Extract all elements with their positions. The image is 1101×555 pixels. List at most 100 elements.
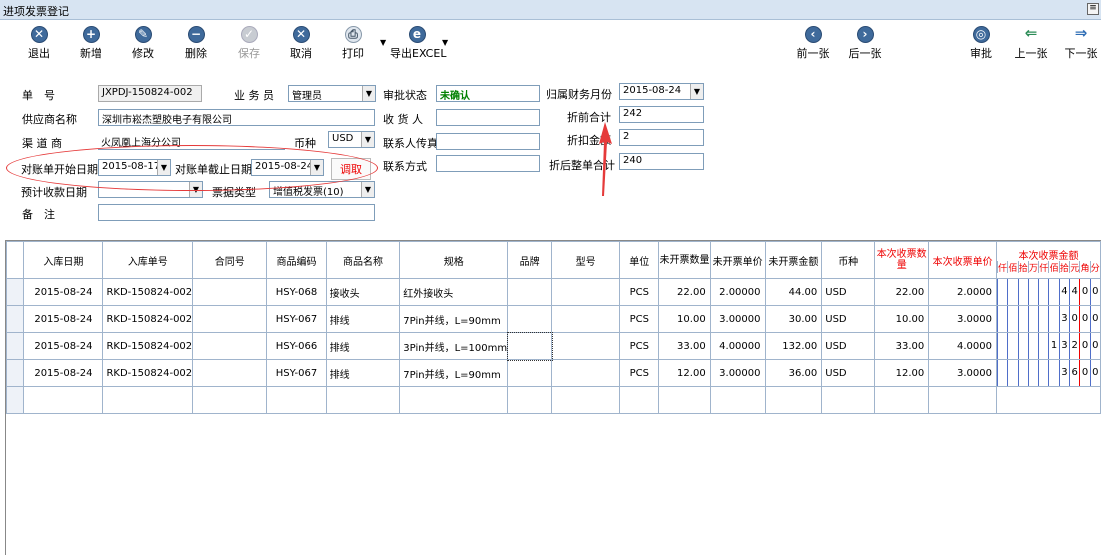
empty-cell[interactable] xyxy=(928,386,997,414)
cell-brand[interactable] xyxy=(507,278,553,306)
table-row[interactable]: 2015-08-24 RKD-150824-002 HSY-068 接收头 红外接收头 P… xyxy=(5,278,1101,306)
cell-price[interactable]: 2.00000 xyxy=(709,278,766,306)
cell-spec[interactable]: 7Pin并线，L=90mm xyxy=(399,305,509,333)
empty-cell[interactable] xyxy=(619,386,660,414)
col-header[interactable]: 型号 xyxy=(551,241,621,279)
row-marker[interactable] xyxy=(5,332,25,360)
amount-digits-header[interactable]: 本次收票金额 仟佰拾万仟佰拾元角分 xyxy=(995,241,1101,279)
cell-amount-digits[interactable]: 13200 xyxy=(995,332,1101,360)
salesman-select[interactable]: 管理员 ▼ xyxy=(288,85,376,102)
cell-rqty[interactable]: 22.00 xyxy=(874,278,930,306)
cell-amount[interactable]: 132.00 xyxy=(764,332,823,360)
col-header[interactable]: 未开票数量 xyxy=(658,241,711,279)
next-record-button[interactable]: › 后一张 xyxy=(842,23,888,65)
row-marker[interactable] xyxy=(5,305,25,333)
prev-page-button[interactable]: ⇐ 上一张 xyxy=(1008,23,1054,65)
cell-cur[interactable]: USD xyxy=(821,305,876,333)
empty-cell[interactable] xyxy=(507,386,553,414)
cell-model[interactable] xyxy=(551,359,621,387)
add-button[interactable]: + 新增 xyxy=(68,23,114,65)
empty-cell[interactable] xyxy=(325,386,401,414)
empty-cell[interactable] xyxy=(995,386,1101,414)
row-marker[interactable] xyxy=(5,278,25,306)
col-header[interactable]: 币种 xyxy=(821,241,876,279)
export-button[interactable]: e 导出EXCEL xyxy=(390,23,446,65)
empty-cell[interactable] xyxy=(874,386,930,414)
empty-cell[interactable] xyxy=(5,386,25,414)
cell-amount[interactable]: 30.00 xyxy=(764,305,823,333)
empty-cell[interactable] xyxy=(551,386,621,414)
cell-unit[interactable]: PCS xyxy=(619,305,660,333)
cell-no[interactable]: RKD-150824-002 xyxy=(102,305,194,333)
print-button[interactable]: ⎙ 打印 xyxy=(330,23,376,65)
col-header[interactable]: 入库日期 xyxy=(23,241,104,279)
col-header[interactable]: 单位 xyxy=(619,241,660,279)
empty-cell[interactable] xyxy=(192,386,268,414)
empty-cell[interactable] xyxy=(821,386,876,414)
period-select[interactable]: 2015-08-24 ▼ xyxy=(619,83,704,100)
cell-amount[interactable]: 44.00 xyxy=(764,278,823,306)
cell-price[interactable]: 3.00000 xyxy=(709,305,766,333)
pre-discount-field[interactable]: 242 xyxy=(619,106,704,123)
cell-price[interactable]: 4.00000 xyxy=(709,332,766,360)
cell-date[interactable]: 2015-08-24 xyxy=(23,305,104,333)
cell-qty[interactable]: 12.00 xyxy=(658,359,711,387)
col-header[interactable]: 合同号 xyxy=(192,241,268,279)
after-discount-field[interactable]: 240 xyxy=(619,153,704,170)
col-header[interactable]: 商品编码 xyxy=(266,241,327,279)
cell-model[interactable] xyxy=(551,305,621,333)
cell-rprice[interactable]: 4.0000 xyxy=(928,332,997,360)
prev-record-button[interactable]: ‹ 前一张 xyxy=(790,23,836,65)
approve-button[interactable]: ◎ 审批 xyxy=(958,23,1004,65)
delete-button[interactable]: − 删除 xyxy=(173,23,219,65)
cell-name[interactable]: 接收头 xyxy=(325,278,401,306)
cell-name[interactable]: 排线 xyxy=(325,359,401,387)
cell-qty[interactable]: 33.00 xyxy=(658,332,711,360)
doc-no-field[interactable]: JXPDJ-150824-002 xyxy=(98,85,202,102)
col-header[interactable]: 品牌 xyxy=(507,241,553,279)
cell-spec[interactable]: 3Pin并线，L=100mm xyxy=(399,332,509,360)
cell-contract[interactable] xyxy=(192,305,268,333)
cell-date[interactable]: 2015-08-24 xyxy=(23,359,104,387)
cell-qty[interactable]: 22.00 xyxy=(658,278,711,306)
col-header[interactable]: 未开票金额 xyxy=(764,241,823,279)
currency-select[interactable]: USD ▼ xyxy=(328,131,375,148)
empty-cell[interactable] xyxy=(764,386,823,414)
cell-model[interactable] xyxy=(551,332,621,360)
table-row[interactable]: 2015-08-24 RKD-150824-002 HSY-066 排线 3Pin并线，… xyxy=(5,331,1101,361)
cell-brand[interactable] xyxy=(506,331,553,361)
cell-name[interactable]: 排线 xyxy=(325,305,401,333)
cell-cur[interactable]: USD xyxy=(821,359,876,387)
supplier-field[interactable]: 深圳市崧杰塑胶电子有限公司 xyxy=(98,109,375,126)
cell-contract[interactable] xyxy=(192,359,268,387)
cell-rprice[interactable]: 2.0000 xyxy=(928,278,997,306)
col-header[interactable]: 本次收票单价 xyxy=(928,241,997,279)
exit-button[interactable]: ✕ 退出 xyxy=(16,23,62,65)
contact-fax-field[interactable] xyxy=(436,133,540,150)
cell-unit[interactable]: PCS xyxy=(619,359,660,387)
col-header[interactable]: 本次收票数量 xyxy=(874,241,930,279)
cell-no[interactable]: RKD-150824-002 xyxy=(102,332,194,360)
cell-price[interactable]: 3.00000 xyxy=(709,359,766,387)
cell-cur[interactable]: USD xyxy=(821,332,876,360)
empty-cell[interactable] xyxy=(23,386,104,414)
empty-cell[interactable] xyxy=(399,386,509,414)
cell-code[interactable]: HSY-067 xyxy=(266,359,327,387)
print-dropdown-icon[interactable]: ▼ xyxy=(380,38,386,47)
cell-brand[interactable] xyxy=(507,305,553,333)
cell-unit[interactable]: PCS xyxy=(619,278,660,306)
cell-date[interactable]: 2015-08-24 xyxy=(23,332,104,360)
cell-rqty[interactable]: 12.00 xyxy=(874,359,930,387)
next-page-button[interactable]: ⇒ 下一张 xyxy=(1058,23,1101,65)
export-dropdown-icon[interactable]: ▼ xyxy=(442,38,448,47)
empty-cell[interactable] xyxy=(266,386,327,414)
contact-field[interactable] xyxy=(436,155,540,172)
receiver-field[interactable] xyxy=(436,109,540,126)
cell-rqty[interactable]: 33.00 xyxy=(874,332,930,360)
fetch-button[interactable]: 调取 xyxy=(331,158,371,180)
col-header[interactable]: 商品名称 xyxy=(325,241,401,279)
start-date-picker[interactable]: 2015-08-17 ▼ xyxy=(98,159,171,176)
cell-rqty[interactable]: 10.00 xyxy=(874,305,930,333)
save-button[interactable]: ✓ 保存 xyxy=(226,23,272,65)
cell-no[interactable]: RKD-150824-002 xyxy=(102,359,194,387)
